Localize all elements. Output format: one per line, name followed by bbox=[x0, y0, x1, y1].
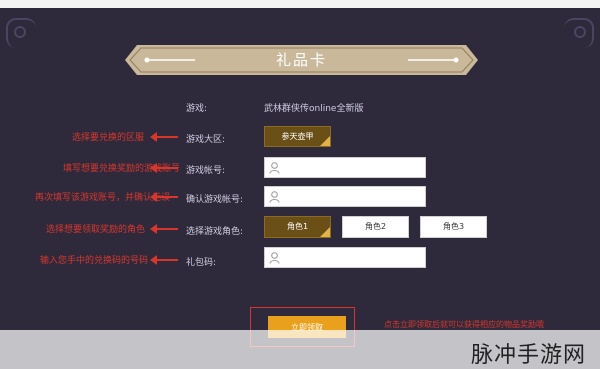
arrow-server-icon bbox=[150, 132, 178, 142]
arrow-code-icon bbox=[150, 255, 178, 265]
server-select-label: 参天壶甲 bbox=[281, 132, 314, 141]
role-3-button[interactable]: 角色3 bbox=[420, 216, 487, 238]
corner-ornament-left bbox=[6, 18, 36, 48]
game-value: 武林群侠传online全新版 bbox=[264, 104, 364, 114]
user-icon bbox=[269, 252, 280, 264]
page-title: 礼品卡 bbox=[275, 51, 327, 69]
note-server: 选择要兑换的区服 bbox=[72, 133, 145, 143]
title-banner: 礼品卡 bbox=[125, 45, 478, 75]
role-1-label: 角色1 bbox=[286, 222, 309, 231]
account-label: 游戏帐号: bbox=[186, 166, 226, 176]
arrow-account-icon bbox=[150, 163, 178, 173]
role-2-button[interactable]: 角色2 bbox=[342, 216, 409, 238]
role-label: 选择游戏角色: bbox=[186, 227, 244, 237]
corner-ornament-right bbox=[564, 18, 594, 48]
role-2-label: 角色2 bbox=[364, 222, 387, 231]
arrow-confirm-icon bbox=[150, 192, 178, 202]
selected-corner-icon bbox=[320, 136, 330, 146]
watermark: 脉冲手游网 bbox=[470, 343, 586, 368]
server-select-button[interactable]: 参天壶甲 bbox=[264, 126, 331, 147]
confirm-label: 确认游戏帐号: bbox=[186, 195, 244, 205]
note-code: 输入您手中的兑换码的号码 bbox=[40, 256, 149, 266]
code-label: 礼包码: bbox=[186, 258, 217, 268]
game-label: 游戏: bbox=[186, 104, 208, 114]
role-3-label: 角色3 bbox=[442, 222, 465, 231]
selected-corner-icon bbox=[320, 227, 330, 237]
server-label: 游戏大区: bbox=[186, 135, 226, 145]
claim-note: 点击立即领取后就可以获得相应的物品奖励哦 bbox=[384, 320, 544, 329]
arrow-role-icon bbox=[150, 224, 178, 234]
gift-code-input[interactable] bbox=[264, 247, 426, 268]
role-1-button[interactable]: 角色1 bbox=[264, 216, 331, 238]
note-role: 选择想要领取奖励的角色 bbox=[46, 225, 146, 235]
account-input[interactable] bbox=[264, 157, 426, 178]
confirm-account-input[interactable] bbox=[264, 186, 426, 207]
user-icon bbox=[269, 162, 280, 174]
user-icon bbox=[269, 191, 280, 203]
